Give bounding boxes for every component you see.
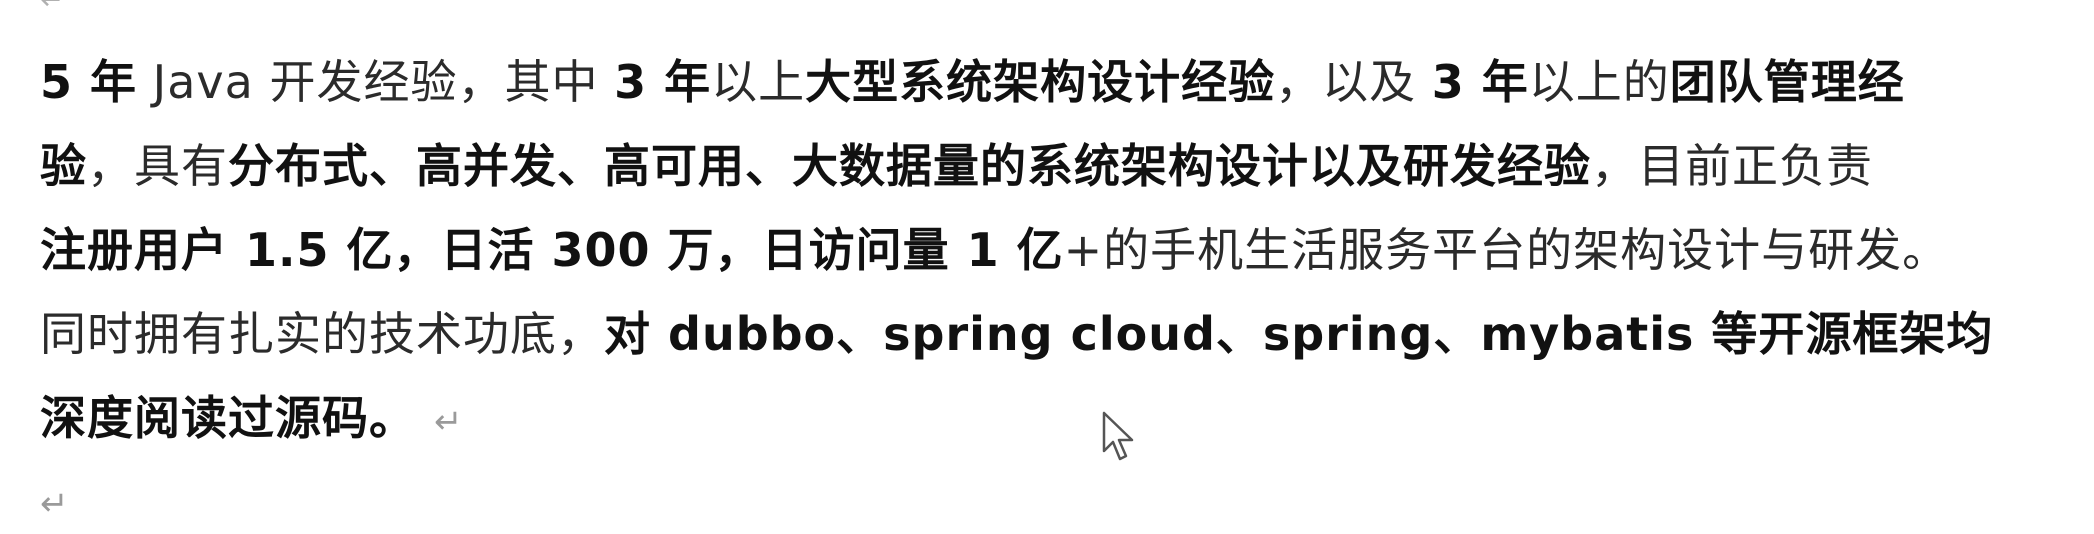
bold-text-run: 对 dubbo、spring cloud、spring、mybatis 等开源框… — [604, 307, 1994, 361]
text-run: ，以及 — [1275, 55, 1432, 109]
resume-paragraph[interactable]: 5 年 Java 开发经验，其中 3 年以上大型系统架构设计经验，以及 3 年以… — [40, 40, 2070, 460]
paragraph-mark-top: ↵ — [40, 0, 65, 17]
empty-paragraph-mark: ↵ — [40, 484, 69, 524]
bold-text-run: 团队管理经 — [1669, 55, 1905, 109]
document-page: ↵ 5 年 Java 开发经验，其中 3 年以上大型系统架构设计经验，以及 3 … — [0, 0, 2094, 534]
text-run: Java 开发经验，其中 — [137, 55, 615, 109]
text-line: 5 年 Java 开发经验，其中 3 年以上大型系统架构设计经验，以及 3 年以… — [40, 40, 2070, 124]
bold-text-run: 5 年 — [40, 55, 138, 109]
bold-text-run: 分布式、高并发、高可用、大数据量的系统架构设计以及研发经验 — [228, 139, 1591, 193]
paragraph-mark: ↵ — [434, 401, 464, 442]
bold-text-run: 3 年 — [614, 55, 712, 109]
bold-text-run: 深度阅读过源码。 — [40, 391, 416, 445]
text-run: 以上的 — [1528, 55, 1670, 109]
text-line: 验，具有分布式、高并发、高可用、大数据量的系统架构设计以及研发经验，目前正负责 — [40, 124, 2070, 208]
text-run: ，具有 — [87, 139, 228, 193]
text-run: 同时拥有扎实的技术功底， — [40, 307, 604, 361]
text-line: 注册用户 1.5 亿，日活 300 万，日访问量 1 亿+的手机生活服务平台的架… — [40, 208, 2070, 292]
mouse-pointer-icon — [1102, 411, 1134, 461]
bold-text-run: 3 年 — [1431, 55, 1529, 109]
text-run: +的手机生活服务平台的架构设计与研发。 — [1063, 223, 1950, 277]
text-run: 以上 — [711, 55, 806, 109]
bold-text-run: 注册用户 1.5 亿，日活 300 万，日访问量 1 亿 — [40, 223, 1064, 277]
bold-text-run: 大型系统架构设计经验 — [805, 55, 1276, 109]
bold-text-run: 验 — [40, 139, 87, 193]
text-line: 同时拥有扎实的技术功底，对 dubbo、spring cloud、spring、… — [40, 292, 2070, 376]
text-run: ，目前正负责 — [1591, 139, 1873, 193]
text-line: 深度阅读过源码。 ↵ — [40, 376, 2070, 460]
